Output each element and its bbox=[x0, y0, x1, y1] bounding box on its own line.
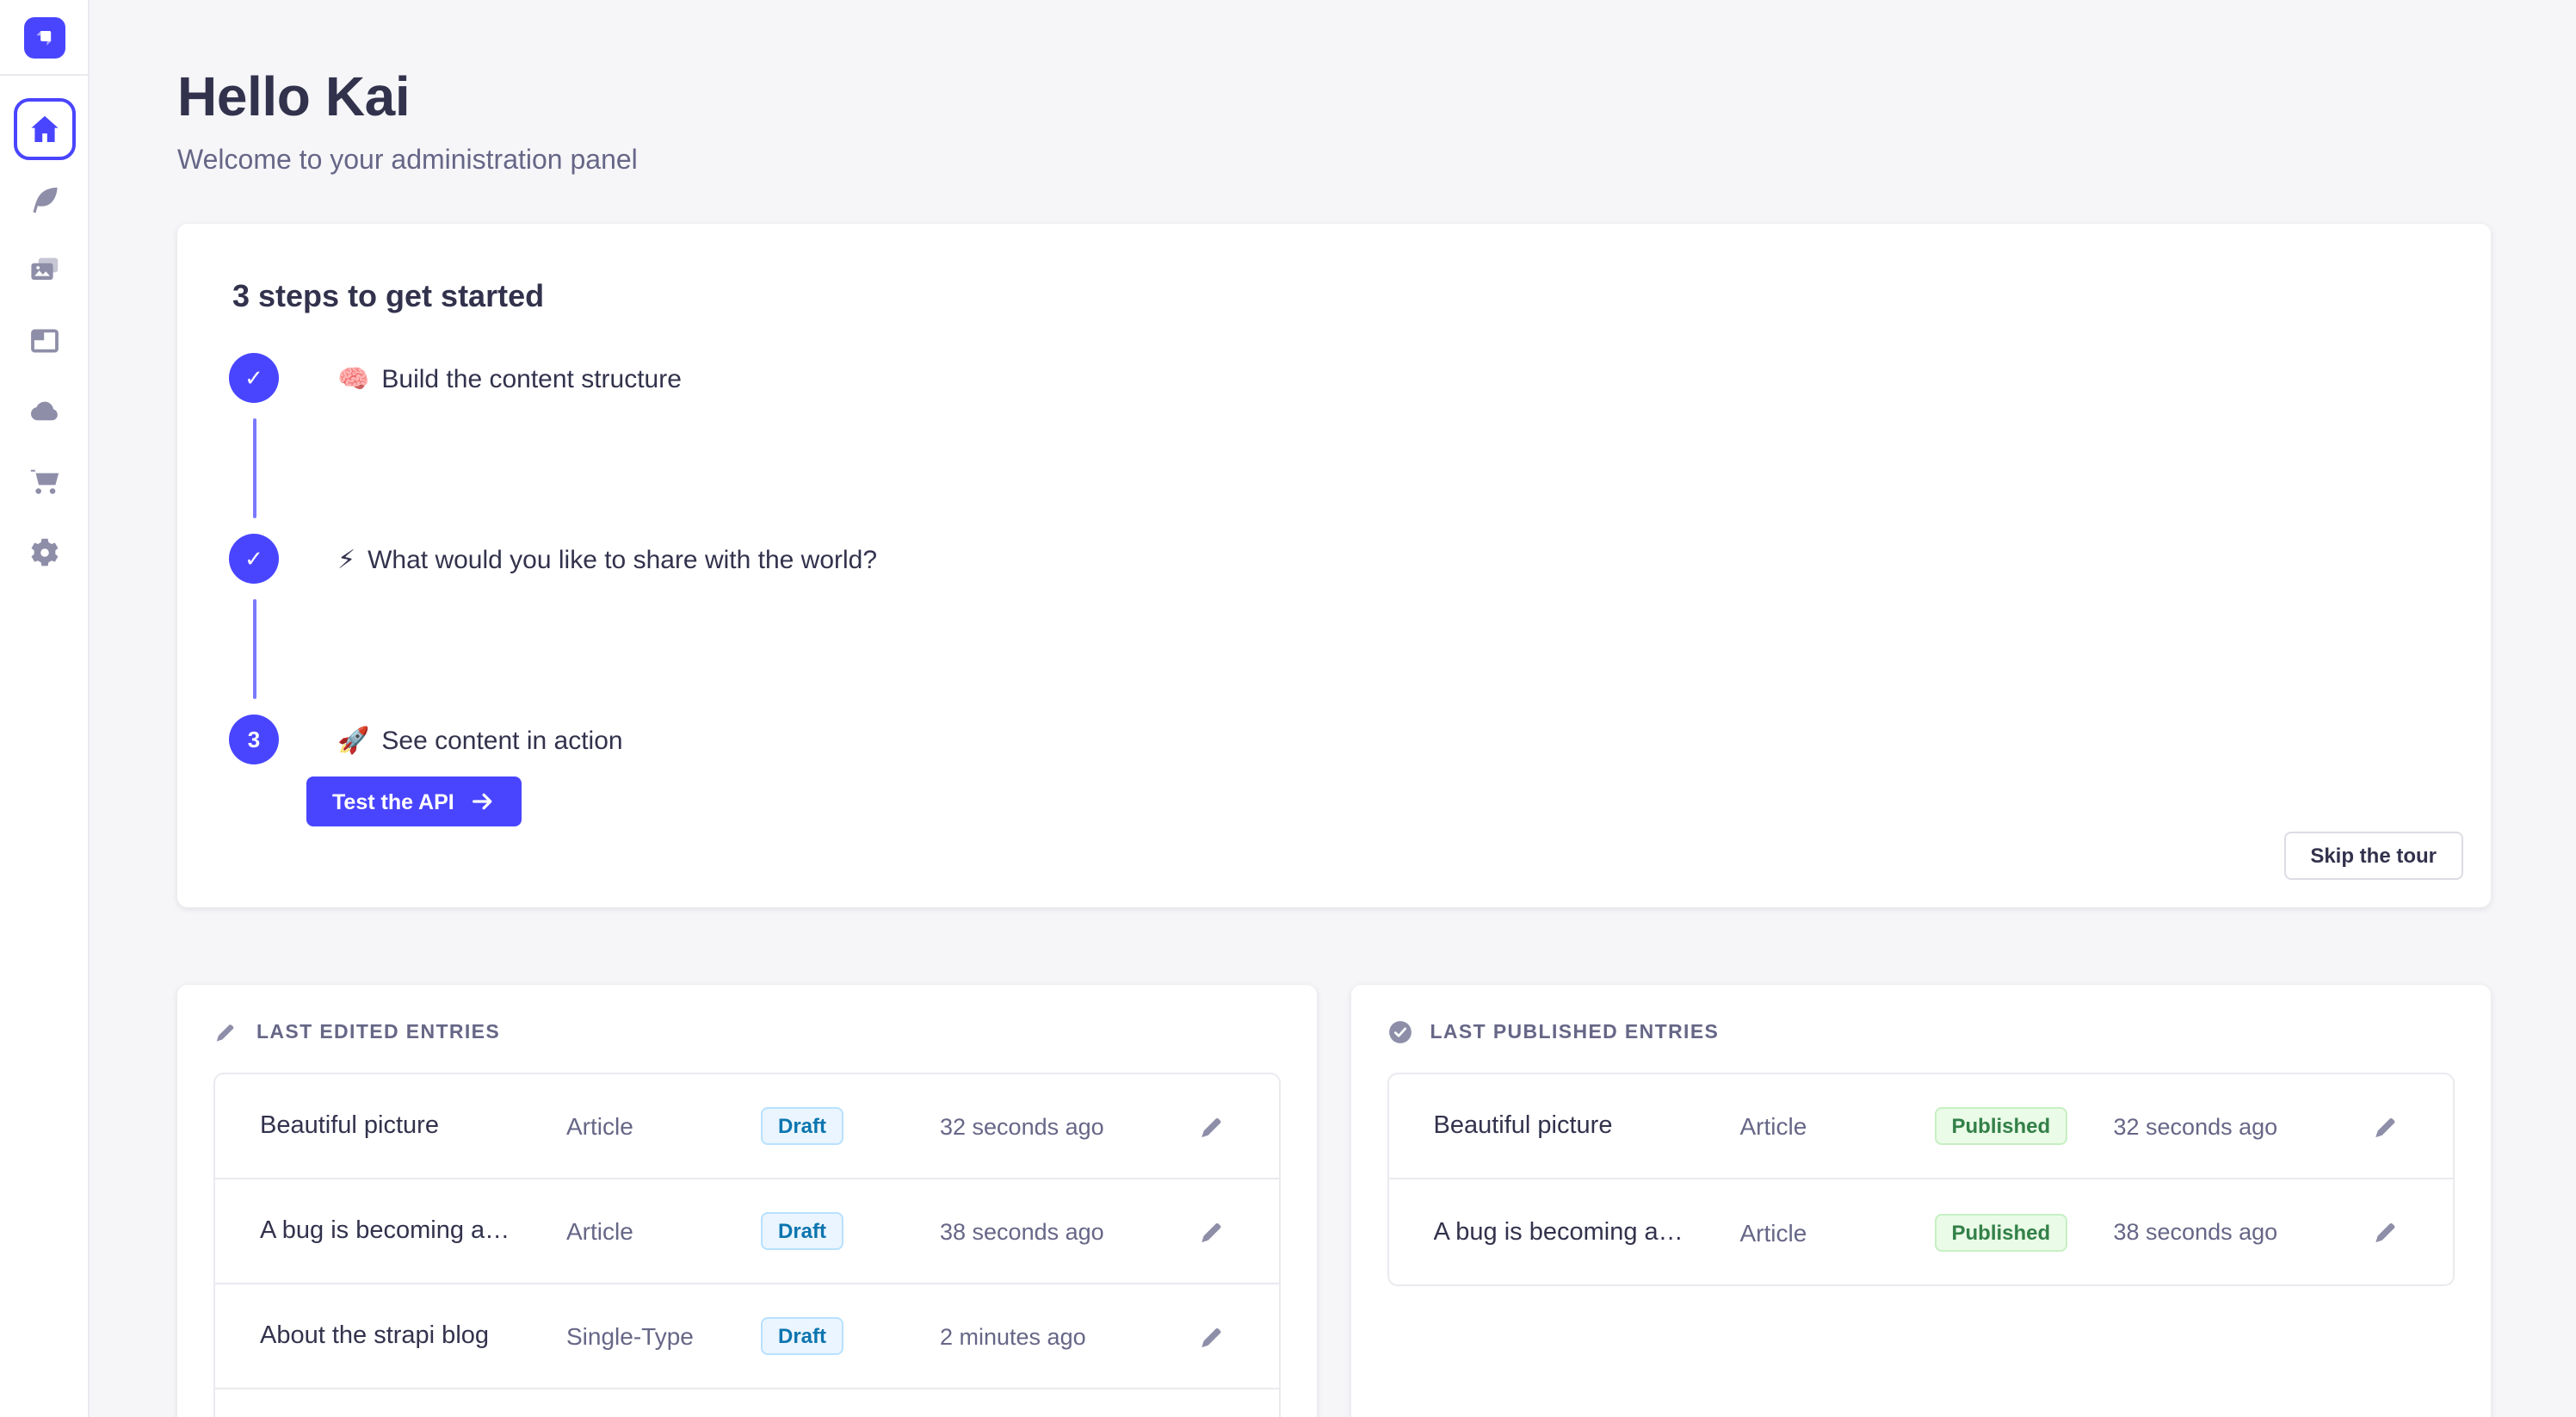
rocket-emoji-icon: 🚀 bbox=[337, 726, 369, 755]
edit-entry-button[interactable] bbox=[1195, 1318, 1231, 1354]
page-title: Hello Kai bbox=[177, 62, 2490, 131]
last-edited-header: LAST EDITED ENTRIES bbox=[213, 1019, 1281, 1045]
step-connector bbox=[252, 599, 256, 699]
sidebar-item-home[interactable] bbox=[13, 98, 75, 160]
media-icon bbox=[27, 253, 61, 288]
widgets-grid: LAST EDITED ENTRIES Beautiful picture Ar… bbox=[177, 985, 2490, 1417]
strapi-logo-icon bbox=[25, 18, 63, 56]
step-1-status-badge: ✓ bbox=[229, 353, 279, 403]
sidebar-nav bbox=[0, 76, 88, 592]
table-row[interactable]: Beautiful picture Article Published 32 s… bbox=[1389, 1074, 2453, 1179]
step-2-status-badge: ✓ bbox=[229, 534, 279, 584]
edit-entry-button[interactable] bbox=[2368, 1108, 2404, 1144]
last-published-table: Beautiful picture Article Published 32 s… bbox=[1387, 1073, 2455, 1286]
last-published-entries-widget: LAST PUBLISHED ENTRIES Beautiful picture… bbox=[1351, 985, 2491, 1417]
status-badge: Draft bbox=[761, 1317, 843, 1355]
gear-icon bbox=[27, 535, 61, 570]
app-window: Hello Kai Welcome to your administration… bbox=[0, 0, 2576, 1417]
table-row[interactable]: About the strapi blog Single-Type Draft … bbox=[215, 1284, 1279, 1389]
sidebar-item-media-library[interactable] bbox=[13, 239, 75, 301]
onboarding-steps: ✓ 🧠Build the content structure ✓ ⚡What w… bbox=[229, 353, 2435, 826]
step-2-label: ⚡What would you like to share with the w… bbox=[337, 543, 877, 574]
page-subtitle: Welcome to your administration panel bbox=[177, 141, 2490, 183]
step-3-label: 🚀See content in action bbox=[337, 724, 623, 755]
pencil-icon bbox=[2371, 1111, 2400, 1141]
strapi-logo[interactable] bbox=[23, 16, 65, 58]
sidebar-item-settings[interactable] bbox=[13, 522, 75, 584]
edit-entry-button[interactable] bbox=[2368, 1214, 2404, 1250]
arrow-right-icon bbox=[470, 789, 496, 814]
sidebar-item-content-type-builder[interactable] bbox=[13, 310, 75, 372]
sidebar-item-cloud[interactable] bbox=[13, 381, 75, 442]
pencil-icon bbox=[1198, 1216, 1227, 1246]
pencil-icon bbox=[213, 1019, 239, 1045]
last-published-title: LAST PUBLISHED ENTRIES bbox=[1430, 1022, 1720, 1043]
edit-entry-button[interactable] bbox=[1195, 1213, 1231, 1249]
status-badge: Published bbox=[1935, 1213, 2068, 1251]
layout-icon bbox=[27, 324, 61, 358]
status-badge: Draft bbox=[761, 1107, 843, 1145]
step-row-2: ✓ ⚡What would you like to share with the… bbox=[229, 534, 2435, 584]
table-row[interactable]: A bug is becoming a… Article Draft 38 se… bbox=[215, 1179, 1279, 1284]
step-row-1: ✓ 🧠Build the content structure bbox=[229, 353, 2435, 403]
sidebar-item-content-manager[interactable] bbox=[13, 169, 75, 231]
pencil-icon bbox=[1198, 1111, 1227, 1141]
main-content: Hello Kai Welcome to your administration… bbox=[90, 62, 2576, 1417]
last-edited-title: LAST EDITED ENTRIES bbox=[256, 1022, 500, 1043]
sidebar bbox=[0, 0, 90, 1417]
table-row[interactable]: A bug is becoming a… Article Published 3… bbox=[1389, 1179, 2453, 1284]
cart-icon bbox=[27, 465, 61, 499]
pencil-icon bbox=[2371, 1217, 2400, 1247]
feather-icon bbox=[27, 183, 61, 217]
check-circle-icon bbox=[1387, 1019, 1413, 1045]
skip-the-tour-button[interactable]: Skip the tour bbox=[2284, 832, 2462, 880]
edit-entry-button[interactable] bbox=[1195, 1108, 1231, 1144]
last-edited-table: Beautiful picture Article Draft 32 secon… bbox=[213, 1073, 1281, 1417]
step-3-number-badge: 3 bbox=[229, 715, 279, 764]
onboarding-card: 3 steps to get started ✓ 🧠Build the cont… bbox=[177, 224, 2490, 907]
test-the-api-button[interactable]: Test the API bbox=[306, 777, 522, 826]
onboarding-title: 3 steps to get started bbox=[232, 275, 2435, 317]
lightning-emoji-icon: ⚡ bbox=[337, 545, 355, 574]
last-published-header: LAST PUBLISHED ENTRIES bbox=[1387, 1019, 2455, 1045]
status-badge: Published bbox=[1935, 1107, 2068, 1145]
step-connector bbox=[252, 418, 256, 518]
home-icon bbox=[27, 112, 61, 146]
sidebar-item-marketplace[interactable] bbox=[13, 451, 75, 513]
last-edited-entries-widget: LAST EDITED ENTRIES Beautiful picture Ar… bbox=[177, 985, 1317, 1417]
status-badge: Draft bbox=[761, 1212, 843, 1250]
step-row-3: 3 🚀See content in action bbox=[229, 715, 2435, 764]
pencil-icon bbox=[1198, 1321, 1227, 1351]
table-row[interactable]: Beautiful picture Article Draft 32 secon… bbox=[215, 1074, 1279, 1179]
brain-emoji-icon: 🧠 bbox=[337, 364, 369, 393]
sidebar-logo-section bbox=[0, 0, 88, 76]
step-1-label: 🧠Build the content structure bbox=[337, 362, 682, 393]
cloud-icon bbox=[27, 394, 61, 429]
